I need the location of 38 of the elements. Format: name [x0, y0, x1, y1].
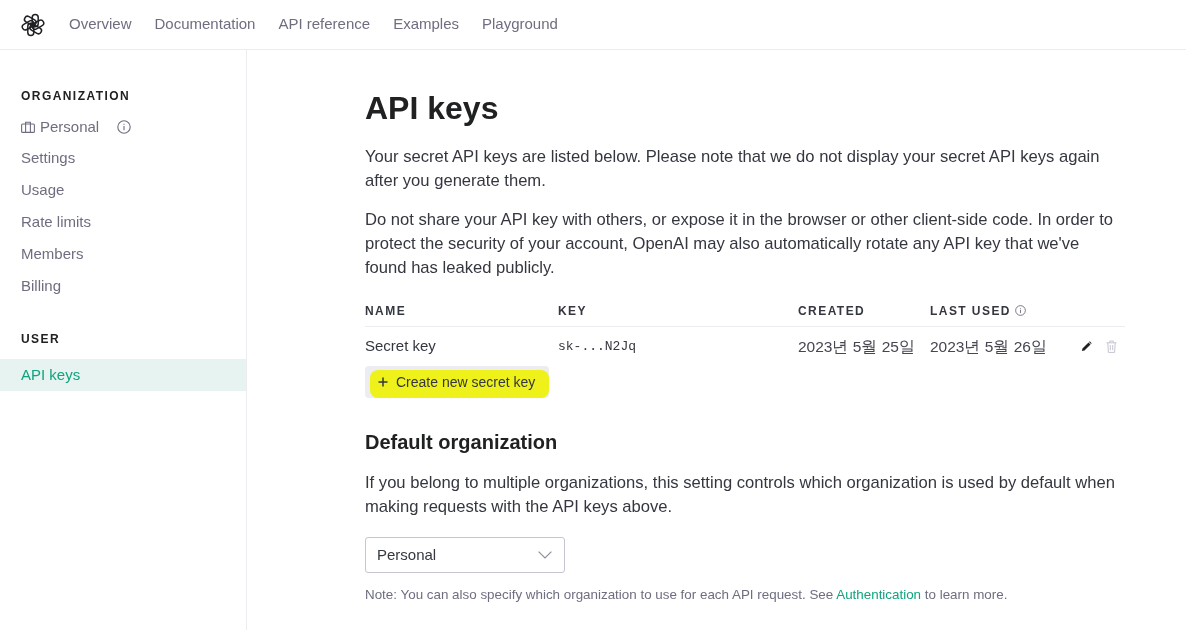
table-cell-text: Secret key [365, 336, 436, 357]
key-cell-text: sk-...N2Jq [558, 337, 636, 356]
plus-icon [378, 377, 388, 387]
pencil-icon[interactable] [1081, 341, 1092, 352]
description-text: Your secret API keys are listed below. Please note that we do not display your secret API keys again after you generate them. [365, 146, 1101, 192]
nav-link[interactable]: Examples [393, 13, 459, 36]
sidebar-item[interactable]: Settings [0, 142, 246, 174]
info-icon[interactable] [117, 120, 132, 134]
section-title: Default organization [365, 430, 559, 455]
column-header: LAST USED [930, 301, 1026, 320]
column-header: CREATED [798, 302, 866, 320]
create-key-button[interactable]: Create new secret key [365, 366, 550, 398]
description-text: Do not share your API key with others, or expose it in the browser or other client-side code. In order to protect the security of your account, OpenAI may also automatically rotate any API key that we've found has leaked publicly. [365, 209, 1114, 279]
description-text: If you belong to multiple organizations, this setting controls which organization is used by default when making requests with the API keys above. [365, 472, 1116, 518]
nav-link[interactable]: Documentation [154, 13, 256, 36]
column-header: KEY [558, 302, 587, 320]
table-cell-text: 2023년 5월 26일 [930, 336, 1047, 357]
organization-select[interactable]: Personal [365, 537, 565, 573]
sidebar-item[interactable]: Billing [0, 270, 246, 302]
sidebar-heading: USER [20, 331, 62, 348]
sidebar-item[interactable]: API keys [0, 359, 246, 391]
nav-link[interactable]: Playground [482, 13, 558, 36]
page-title: API keys [365, 89, 500, 128]
table-cell-text: 2023년 5월 25일 [798, 336, 915, 357]
info-icon[interactable] [1014, 305, 1026, 316]
sidebar-item[interactable]: Personal [0, 112, 246, 142]
nav-link[interactable]: API reference [278, 13, 371, 36]
note-text: Note: You can also specify which organization to use for each API request. See Authentication to learn more. [365, 587, 1008, 603]
column-header: NAME [365, 302, 407, 320]
sidebar-item[interactable]: Usage [0, 174, 246, 206]
sidebar-item[interactable]: Members [0, 238, 246, 270]
nav-link[interactable]: Overview [69, 13, 132, 36]
authentication-link[interactable]: Authentication [836, 587, 922, 602]
sidebar-item[interactable]: Rate limits [0, 206, 246, 238]
briefcase-icon [21, 121, 35, 133]
knot-logo-icon[interactable] [21, 12, 45, 37]
sidebar-heading: ORGANIZATION [20, 88, 132, 105]
chevron-down-icon [538, 551, 552, 559]
